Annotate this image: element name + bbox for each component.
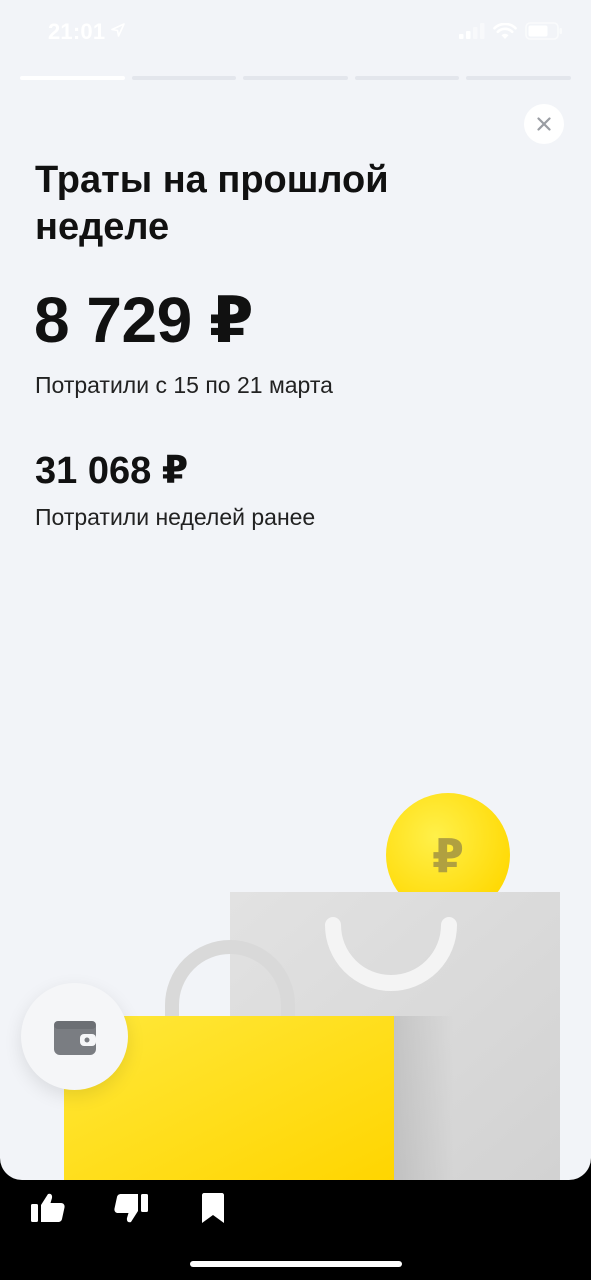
status-time: 21:01 — [48, 19, 106, 44]
bookmark-icon — [202, 1193, 224, 1223]
amount-main: 8 729 ₽ — [34, 284, 253, 356]
shopping-illustration: ₽ — [64, 793, 560, 1180]
bookmark-button[interactable] — [193, 1190, 233, 1226]
wifi-icon — [493, 22, 517, 39]
progress-segment — [466, 76, 571, 80]
close-icon — [537, 117, 551, 131]
story-screen: 21:01 Траты на прошлой неделе 8 729 ₽ По… — [0, 0, 591, 1180]
thumbs-up-icon — [31, 1193, 65, 1222]
close-button[interactable] — [524, 104, 564, 144]
status-indicators — [459, 22, 563, 40]
progress-segment — [354, 76, 460, 80]
thumbs-down-icon — [114, 1194, 148, 1223]
progress-fill — [20, 76, 125, 80]
home-indicator[interactable] — [190, 1261, 402, 1267]
status-bar: 21:01 — [0, 0, 591, 66]
battery-icon — [525, 22, 562, 40]
amount-previous-caption: Потратили неделей ранее — [35, 504, 316, 530]
progress-segment — [131, 76, 237, 80]
coin-symbol: ₽ — [432, 829, 464, 883]
dislike-button[interactable] — [111, 1190, 151, 1226]
amount-main-caption: Потратили с 15 по 21 марта — [35, 372, 333, 398]
progress-segment — [20, 76, 125, 80]
story-title: Траты на прошлой неделе — [35, 159, 389, 248]
location-arrow-icon — [111, 23, 125, 37]
cellular-signal-icon — [459, 23, 485, 39]
stories-progress — [20, 76, 571, 80]
wallet-button[interactable] — [21, 983, 128, 1090]
like-button[interactable] — [28, 1190, 68, 1226]
wallet-icon — [53, 1020, 96, 1055]
amount-previous: 31 068 ₽ — [35, 450, 189, 492]
progress-segment — [243, 76, 348, 80]
